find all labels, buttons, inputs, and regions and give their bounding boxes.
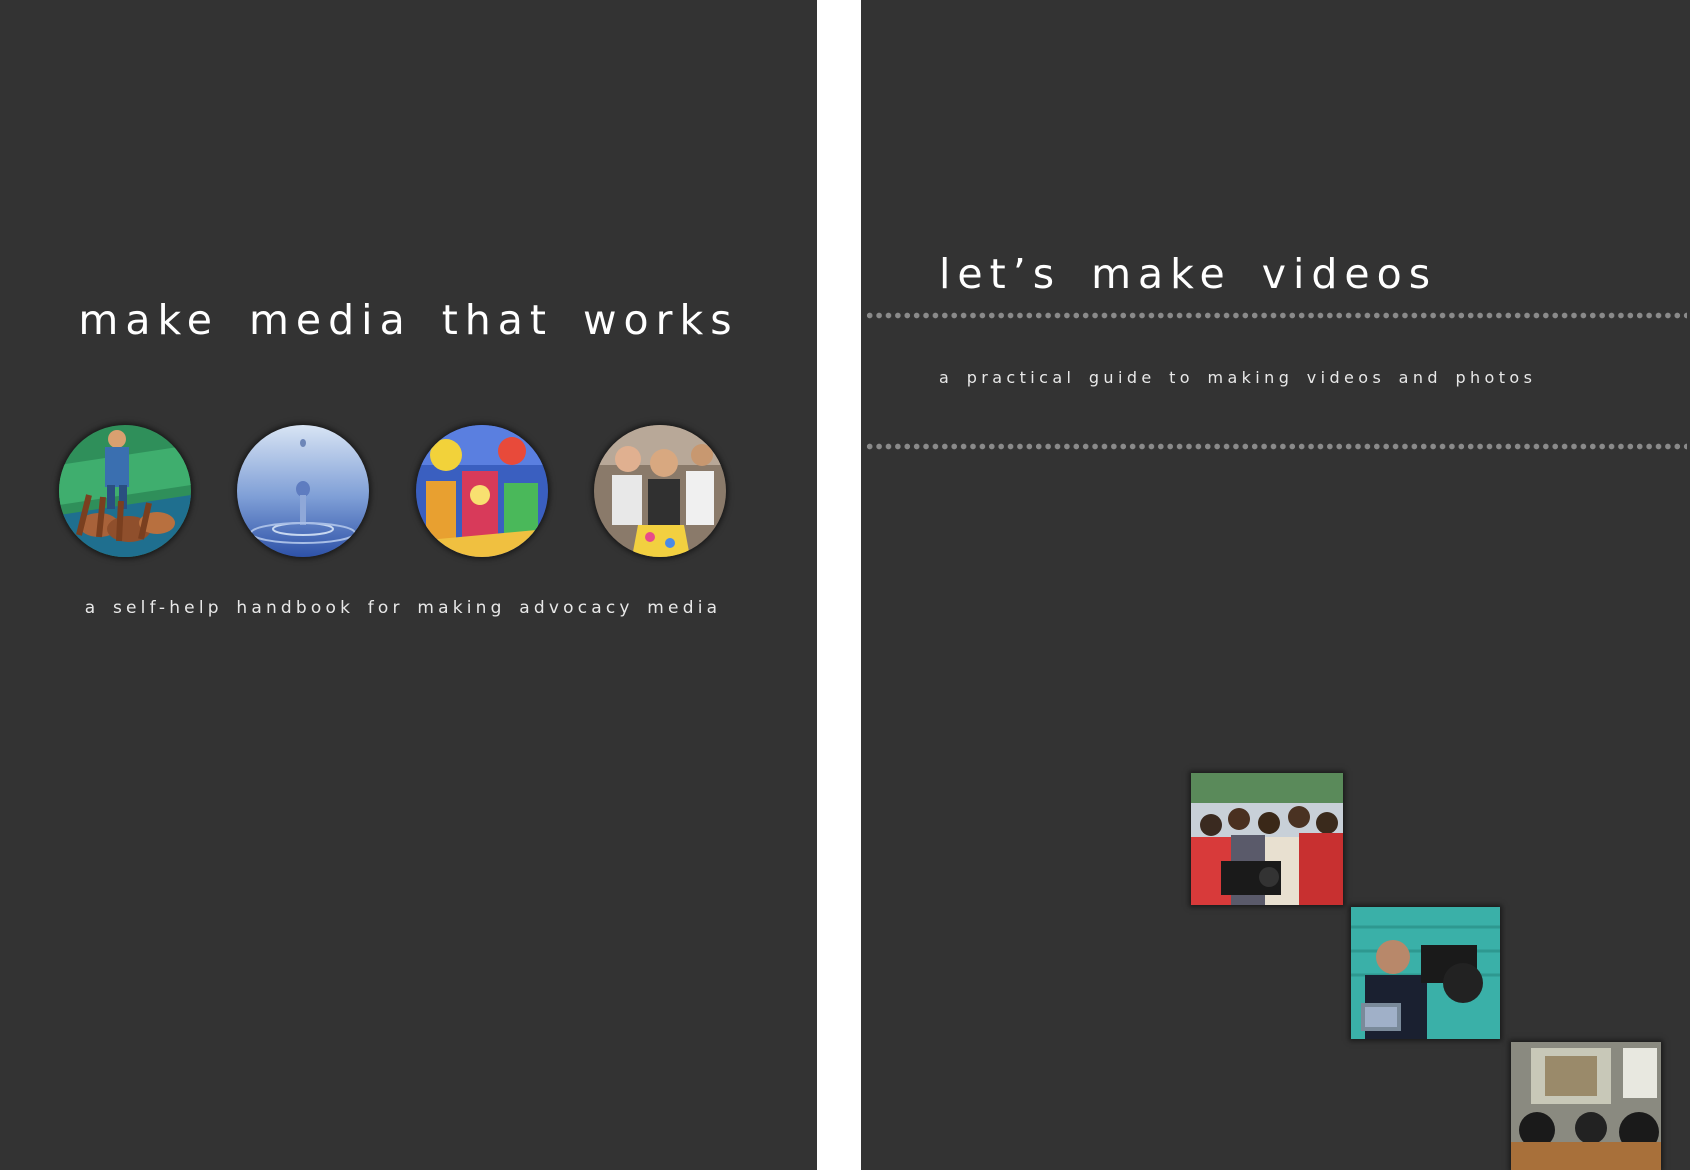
right-cover-subtitle: a practical guide to making videos and p…: [939, 368, 1537, 387]
crowd-with-camera-photo: [1191, 773, 1343, 905]
colorful-painting-icon: [416, 425, 548, 557]
right-cover-title: let’s make videos: [939, 250, 1438, 298]
left-cover-page: make media that works a self-help handbo…: [0, 0, 817, 1170]
right-cover-page: let’s make videos a practical guide to m…: [861, 0, 1690, 1170]
screening-audience-photo: [1511, 1042, 1661, 1170]
crowd-celebration-icon: [594, 425, 726, 557]
left-cover-title: make media that works: [78, 296, 739, 344]
dotted-divider-top: [865, 312, 1687, 319]
water-drop-icon: [237, 425, 369, 557]
dotted-divider-bottom: [865, 443, 1687, 450]
cameraman-photo: [1351, 907, 1500, 1039]
left-cover-subtitle: a self-help handbook for making advocacy…: [84, 598, 722, 618]
mural-hands-icon: [59, 425, 191, 557]
